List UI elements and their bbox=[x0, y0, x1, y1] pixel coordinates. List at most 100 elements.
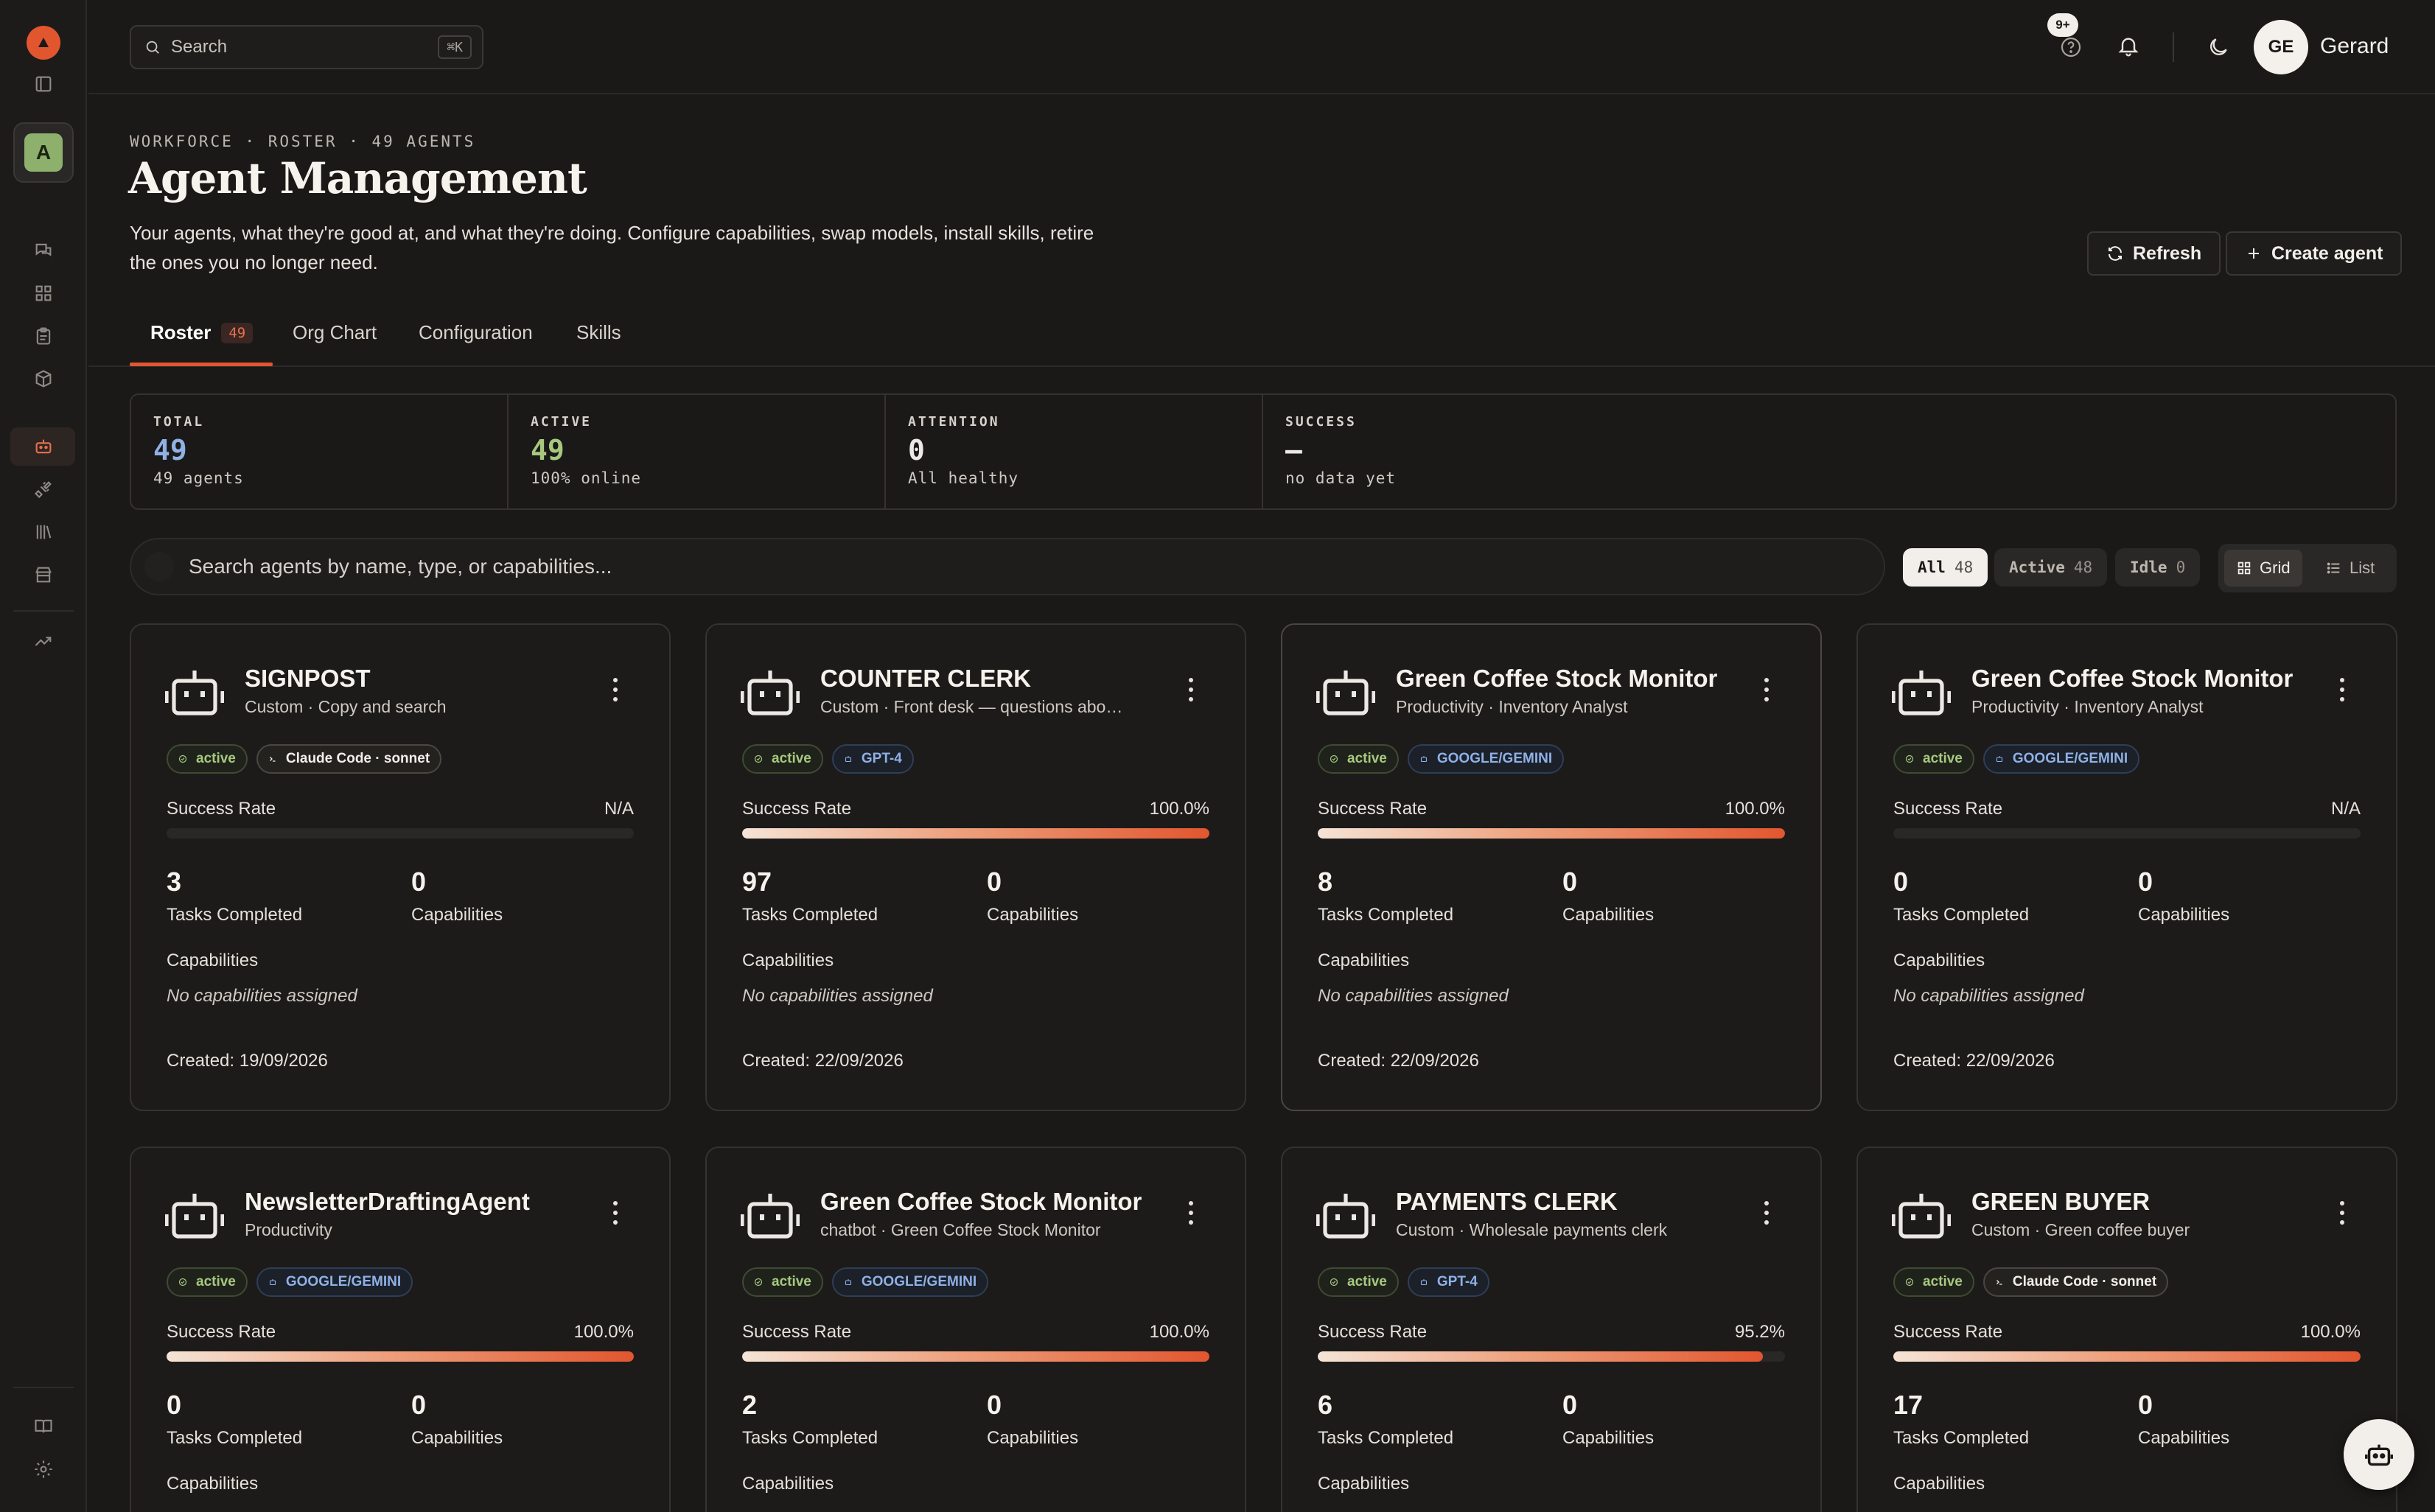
filter-idle[interactable]: Idle 0 bbox=[2115, 548, 2201, 587]
stat-value: 0 bbox=[908, 434, 925, 466]
tasks-completed-label: Tasks Completed bbox=[742, 905, 878, 925]
create-agent-button[interactable]: Create agent bbox=[2226, 231, 2403, 276]
check-circle-icon bbox=[178, 752, 192, 766]
tasks-completed-label: Tasks Completed bbox=[167, 905, 303, 925]
agent-card[interactable]: PAYMENTS CLERK Custom · Wholesale payment… bbox=[1281, 1147, 1822, 1512]
stat-label: SUCCESS bbox=[1285, 414, 1357, 430]
more-options-icon[interactable] bbox=[612, 1201, 619, 1225]
agent-card[interactable]: GREEN BUYER Custom · Green coffee buyer ac… bbox=[1856, 1147, 2397, 1512]
list-view-button[interactable]: List bbox=[2314, 550, 2386, 587]
robot-icon bbox=[1891, 668, 1952, 721]
more-options-icon[interactable] bbox=[1187, 1201, 1195, 1225]
create-agent-label: Create agent bbox=[2271, 242, 2383, 264]
global-search[interactable]: Search ⌘K bbox=[130, 25, 483, 69]
tasks-completed-value: 8 bbox=[1318, 867, 1333, 897]
workspace-switcher[interactable]: A bbox=[13, 122, 74, 183]
success-rate-value: 100.0% bbox=[1149, 799, 1209, 819]
model-badge: Claude Code · sonnet bbox=[256, 744, 442, 774]
more-options-icon[interactable] bbox=[2338, 1201, 2346, 1225]
user-name[interactable]: Gerard bbox=[2320, 34, 2389, 59]
agent-card[interactable]: SIGNPOST Custom · Copy and search active Cl… bbox=[130, 623, 671, 1111]
more-options-icon[interactable] bbox=[2338, 678, 2346, 701]
agent-name: GREEN BUYER bbox=[1971, 1188, 2151, 1215]
capabilities-count-label: Capabilities bbox=[2138, 1428, 2230, 1448]
model-label: GPT-4 bbox=[1436, 1274, 1478, 1289]
model-icon bbox=[1995, 752, 2008, 766]
refresh-label: Refresh bbox=[2133, 242, 2202, 264]
tasks-completed-value: 6 bbox=[1318, 1390, 1333, 1420]
success-rate-bar bbox=[1318, 1351, 1785, 1362]
more-options-icon[interactable] bbox=[1763, 678, 1770, 701]
capabilities-heading: Capabilities bbox=[167, 951, 259, 970]
stat-label: ACTIVE bbox=[531, 414, 593, 430]
agent-card[interactable]: NewsletterDraftingAgent Productivity activ… bbox=[130, 1147, 671, 1512]
tasks-completed-value: 97 bbox=[742, 867, 772, 897]
robot-icon[interactable] bbox=[29, 432, 58, 461]
more-options-icon[interactable] bbox=[612, 678, 619, 701]
store-icon[interactable] bbox=[29, 560, 58, 589]
agent-subtitle: Custom · Front desk — questions about... bbox=[820, 697, 1130, 716]
check-circle-icon bbox=[1330, 1275, 1343, 1289]
plus-icon bbox=[2249, 248, 2259, 259]
agent-search-input[interactable]: Search agents by name, type, or capabili… bbox=[130, 538, 1885, 595]
plug-icon[interactable] bbox=[29, 475, 58, 504]
clipboard-icon[interactable] bbox=[29, 321, 58, 351]
tasks-completed-label: Tasks Completed bbox=[167, 1428, 303, 1448]
moon-icon[interactable] bbox=[2202, 31, 2235, 63]
filter-all[interactable]: All 48 bbox=[1903, 548, 1988, 587]
status-label: active bbox=[1923, 751, 1963, 766]
user-avatar[interactable]: GE bbox=[2254, 20, 2308, 74]
app-logo-icon[interactable] bbox=[27, 26, 60, 60]
agent-card[interactable]: COUNTER CLERK Custom · Front desk — quest… bbox=[705, 623, 1246, 1111]
page-title: Agent Management bbox=[128, 153, 587, 203]
agent-badges: active GOOGLE/GEMINI bbox=[1318, 744, 1565, 774]
agent-subtitle: Custom · Green coffee buyer bbox=[1971, 1220, 2190, 1239]
tab-roster[interactable]: Roster 49 bbox=[150, 321, 254, 344]
success-rate-label: Success Rate bbox=[1318, 1322, 1428, 1342]
trending-icon[interactable] bbox=[29, 626, 58, 656]
search-avatar-placeholder bbox=[144, 552, 174, 581]
library-icon[interactable] bbox=[29, 517, 58, 547]
stat-label: ATTENTION bbox=[908, 414, 1000, 430]
filter-count: 48 bbox=[2073, 559, 2093, 576]
capabilities-count-label: Capabilities bbox=[1562, 1428, 1655, 1448]
check-circle-icon bbox=[178, 1275, 192, 1289]
check-circle-icon bbox=[754, 1275, 767, 1289]
sidebar-toggle-icon[interactable] bbox=[29, 69, 58, 99]
tab-skills[interactable]: Skills bbox=[576, 321, 621, 344]
success-rate-value: 100.0% bbox=[1725, 799, 1785, 819]
agent-card[interactable]: Green Coffee Stock Monitor Productivity ·… bbox=[1281, 623, 1822, 1111]
tab-configuration[interactable]: Configuration bbox=[419, 321, 533, 344]
assistant-fab[interactable] bbox=[2344, 1419, 2414, 1490]
chat-icon[interactable] bbox=[29, 236, 58, 265]
settings-icon[interactable] bbox=[29, 1455, 58, 1484]
bell-icon[interactable] bbox=[2112, 29, 2145, 62]
tab-org-chart[interactable]: Org Chart bbox=[293, 321, 377, 344]
agent-card[interactable]: Green Coffee Stock Monitor Productivity ·… bbox=[1856, 623, 2397, 1111]
book-icon[interactable] bbox=[29, 1412, 58, 1441]
robot-icon bbox=[1891, 1191, 1952, 1244]
agent-badges: active GOOGLE/GEMINI bbox=[742, 1267, 989, 1297]
capabilities-count-value: 0 bbox=[987, 1390, 1002, 1420]
filter-label: Active bbox=[2009, 559, 2065, 576]
tasks-completed-label: Tasks Completed bbox=[1318, 905, 1454, 925]
status-badge: active bbox=[167, 744, 248, 774]
stats-panel: TOTAL 49 49 agents ACTIVE 49 100% online… bbox=[130, 393, 2397, 510]
agent-name: NewsletterDraftingAgent bbox=[245, 1188, 530, 1215]
model-label: GOOGLE/GEMINI bbox=[1436, 751, 1553, 766]
status-badge: active bbox=[742, 744, 823, 774]
grid-icon[interactable] bbox=[29, 279, 58, 308]
grid-view-button[interactable]: Grid bbox=[2224, 550, 2302, 587]
success-rate-fill bbox=[742, 1351, 1209, 1362]
cube-icon[interactable] bbox=[29, 364, 58, 393]
more-options-icon[interactable] bbox=[1763, 1201, 1770, 1225]
filter-active[interactable]: Active 48 bbox=[1994, 548, 2108, 587]
success-rate-bar bbox=[1893, 1351, 2361, 1362]
refresh-icon bbox=[2109, 246, 2122, 261]
status-label: active bbox=[772, 1274, 811, 1289]
agent-card[interactable]: Green Coffee Stock Monitor chatbot · Gree… bbox=[705, 1147, 1246, 1512]
model-badge: GOOGLE/GEMINI bbox=[831, 1267, 989, 1297]
success-rate-bar bbox=[167, 1351, 634, 1362]
refresh-button[interactable]: Refresh bbox=[2087, 231, 2221, 276]
more-options-icon[interactable] bbox=[1187, 678, 1195, 701]
